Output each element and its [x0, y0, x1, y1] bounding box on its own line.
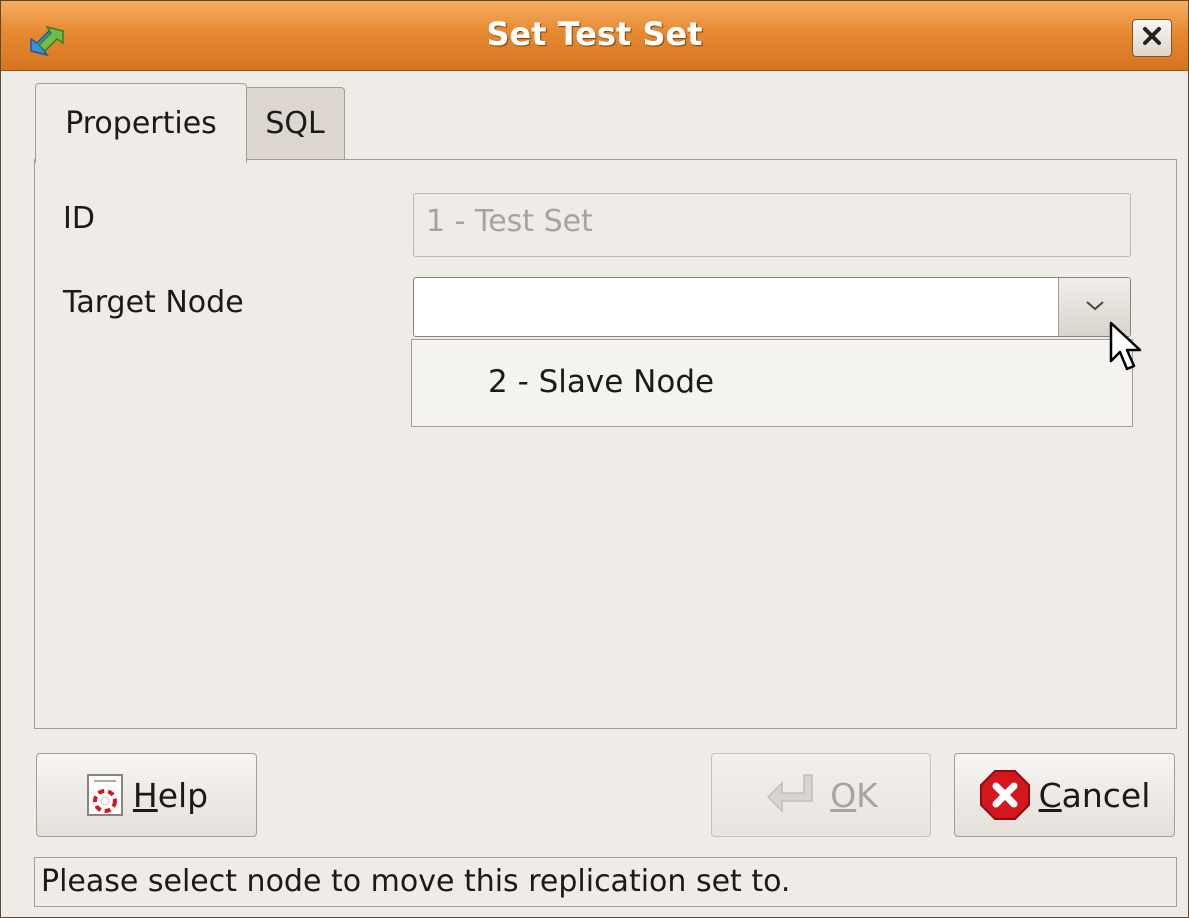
tab-properties-label: Properties	[65, 106, 217, 141]
target-node-dropdown-list: 2 - Slave Node	[411, 339, 1133, 427]
cancel-label-rest: ancel	[1061, 775, 1151, 815]
ok-label-rest: K	[856, 775, 878, 815]
help-label: Help	[133, 776, 208, 815]
ok-label: OK	[830, 776, 878, 815]
target-node-combo[interactable]	[413, 277, 1131, 337]
tab-properties[interactable]: Properties	[35, 83, 247, 163]
id-value: 1 - Test Set	[426, 204, 593, 239]
help-lifebuoy-icon	[85, 773, 125, 817]
status-text: Please select node to move this replicat…	[41, 864, 791, 899]
window-title: Set Test Set	[486, 15, 703, 53]
status-bar: Please select node to move this replicat…	[34, 857, 1177, 907]
mouse-pointer-icon	[1107, 319, 1147, 375]
tab-sql-label: SQL	[265, 106, 325, 141]
title-bar[interactable]: Set Test Set	[1, 1, 1188, 71]
cancel-stop-icon	[979, 769, 1031, 821]
help-mnemonic: H	[132, 775, 158, 815]
cancel-label: Cancel	[1039, 776, 1151, 815]
cancel-mnemonic: C	[1038, 775, 1062, 815]
chevron-down-icon	[1084, 298, 1106, 317]
cancel-button[interactable]: Cancel	[954, 753, 1175, 837]
dialog-window: Set Test Set Properties SQL ID 1 - Test …	[0, 0, 1189, 918]
id-field: 1 - Test Set	[413, 193, 1131, 257]
help-button[interactable]: Help	[36, 753, 257, 837]
ok-button[interactable]: OK	[711, 753, 931, 837]
help-label-rest: elp	[157, 775, 209, 815]
enter-arrow-icon	[764, 771, 822, 819]
tab-sql[interactable]: SQL	[245, 87, 345, 159]
id-label: ID	[63, 201, 95, 236]
close-icon	[1142, 26, 1162, 50]
target-node-label: Target Node	[63, 285, 244, 320]
close-button[interactable]	[1132, 19, 1172, 57]
ok-mnemonic: O	[830, 775, 857, 815]
dropdown-option-slave-node[interactable]: 2 - Slave Node	[488, 364, 714, 400]
